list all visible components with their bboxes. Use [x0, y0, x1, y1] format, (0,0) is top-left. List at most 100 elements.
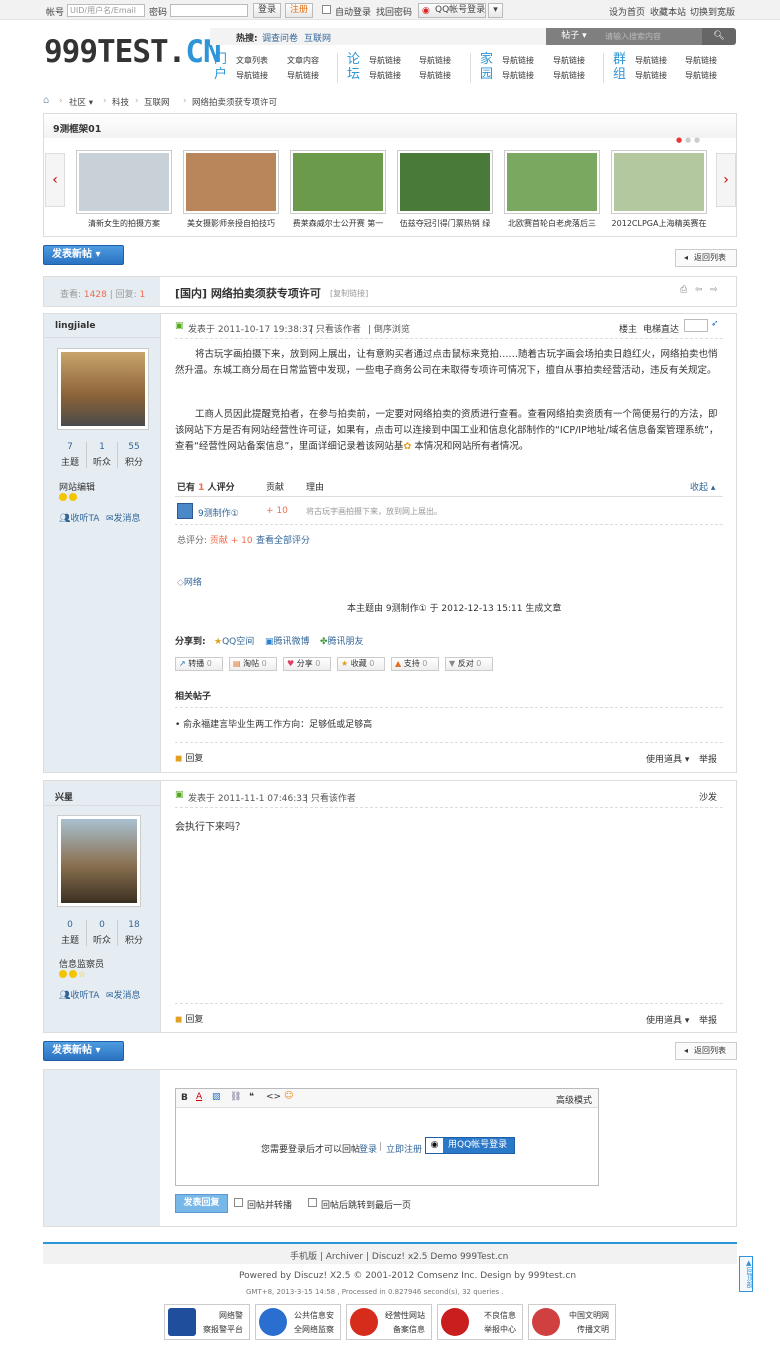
nav-link[interactable]: 导航链接	[287, 70, 319, 81]
back-to-list-button[interactable]: ◂ 返回列表	[675, 249, 737, 267]
favorite-button[interactable]: ★ 收藏 0	[337, 657, 385, 671]
new-post-button[interactable]: 发表新帖 ▾	[43, 245, 124, 265]
nav-link[interactable]: 导航链接	[685, 55, 717, 66]
submit-reply-button[interactable]: 发表回复	[175, 1194, 228, 1213]
qq-login-button[interactable]: ◉ 用QQ帐号登录	[425, 1137, 515, 1154]
only-author-link[interactable]: | 只看该作者	[305, 791, 356, 804]
tag-link[interactable]: ◇网络	[177, 575, 202, 588]
slide-image[interactable]	[183, 150, 279, 214]
slide-caption[interactable]: 北欧赛首轮白老虎落后三	[495, 218, 609, 229]
view-all-ratings-link[interactable]: 查看全部评分	[256, 533, 310, 546]
slide-caption[interactable]: 伍兹夺冠引得门票热销 绿	[388, 218, 502, 229]
share-button[interactable]: ♥ 分享 0	[283, 657, 331, 671]
nav-link[interactable]: 导航链接	[369, 70, 401, 81]
smiley-icon[interactable]: ☺	[284, 1091, 293, 1101]
hot-link-internet[interactable]: 互联网	[304, 31, 331, 44]
qq-login-button[interactable]: ◉ QQ帐号登录	[418, 3, 486, 18]
slide-caption[interactable]: 美女摄影师亲授自拍技巧	[174, 218, 288, 229]
nav-link[interactable]: 文章内容	[287, 55, 319, 66]
rater-name[interactable]: 9测制作①	[198, 506, 239, 519]
nav-link[interactable]: 导航链接	[369, 55, 401, 66]
post-author[interactable]: 兴星	[55, 790, 73, 803]
slider-dot[interactable]: ●	[685, 136, 691, 144]
quote-icon[interactable]: ❝	[249, 1092, 254, 1102]
auto-login-checkbox[interactable]	[322, 5, 331, 14]
follow-button[interactable]: 👥︎收听TA	[59, 511, 99, 524]
new-post-button[interactable]: 发表新帖 ▾	[43, 1041, 124, 1061]
report-link[interactable]: 举报	[699, 752, 717, 765]
register-button[interactable]: 注册	[285, 3, 313, 18]
search-input[interactable]: 请输入搜索内容	[602, 28, 702, 45]
home-icon[interactable]: ⌂	[43, 95, 49, 106]
login-link[interactable]: 登录	[359, 1142, 377, 1155]
civilization-badge[interactable]: 中国文明网 传播文明	[528, 1304, 616, 1340]
login-button[interactable]: 登录	[253, 3, 281, 18]
qq-dropdown-icon[interactable]: ▾	[488, 3, 503, 18]
slide-caption[interactable]: 费莱森威尔士公开赛 第一	[281, 218, 395, 229]
repost-option-label[interactable]: 回帖并转播	[247, 1198, 292, 1211]
nav-link[interactable]: 导航链接	[502, 55, 534, 66]
site-logo[interactable]: 999TEST.CN	[44, 34, 222, 70]
related-link[interactable]: • 俞永福建言毕业生两工作方向：足够低或足够高	[175, 717, 372, 730]
bold-icon[interactable]: B	[181, 1093, 188, 1103]
set-home-link[interactable]: 设为首页	[609, 5, 645, 18]
repost-button[interactable]: ↗ 转播 0	[175, 657, 223, 671]
next-thread-icon[interactable]: ⇨	[710, 285, 718, 295]
slide-caption[interactable]: 2012CLPGA上海精英赛在	[602, 218, 716, 229]
reverse-order-link[interactable]: | 倒序浏览	[368, 322, 410, 335]
nav-link[interactable]: 导航链接	[502, 70, 534, 81]
slider-next-icon[interactable]: ›	[716, 153, 736, 207]
prev-thread-icon[interactable]: ⇦	[695, 285, 703, 295]
floor-jump-input[interactable]	[684, 319, 708, 332]
slide-image[interactable]	[504, 150, 600, 214]
taotie-button[interactable]: ▤ 淘帖 0	[229, 657, 277, 671]
reply-link[interactable]: ◼ 回复	[175, 751, 203, 764]
reply-link[interactable]: ◼ 回复	[175, 1012, 203, 1025]
crumb-internet[interactable]: 互联网	[144, 96, 170, 108]
slider-dot[interactable]: ●	[694, 136, 700, 144]
nav-link[interactable]: 导航链接	[553, 55, 585, 66]
security-badge[interactable]: 公共信息安 全网络监察	[255, 1304, 341, 1340]
oppose-button[interactable]: ▼ 反对 0	[445, 657, 493, 671]
slide-image[interactable]	[611, 150, 707, 214]
search-type-select[interactable]: 帖子 ▾	[546, 28, 602, 45]
rater-avatar[interactable]	[177, 503, 193, 519]
auto-login-label[interactable]: 自动登录	[335, 5, 371, 18]
search-icon[interactable]: 🔍︎	[702, 28, 736, 45]
share-tencent-weibo[interactable]: ▣腾讯微博	[265, 634, 310, 647]
hot-link-survey[interactable]: 调查问卷	[262, 31, 298, 44]
share-qzone[interactable]: ★QQ空间	[214, 634, 254, 647]
avatar[interactable]	[57, 815, 141, 907]
back-to-list-button[interactable]: ◂ 返回列表	[675, 1042, 737, 1060]
password-input[interactable]	[170, 4, 248, 17]
register-link[interactable]: 立即注册	[386, 1142, 422, 1155]
send-message-button[interactable]: ✉︎发消息	[106, 988, 141, 1001]
code-icon[interactable]: <>	[266, 1092, 281, 1102]
icp-badge[interactable]: 经营性网站 备案信息	[346, 1304, 432, 1340]
nav-link[interactable]: 导航链接	[419, 55, 451, 66]
footer-links[interactable]: 手机版 | Archiver | Discuz! x2.5 Demo 999Te…	[290, 1249, 508, 1262]
nav-link[interactable]: 导航链接	[419, 70, 451, 81]
slide-image[interactable]	[76, 150, 172, 214]
advanced-mode-link[interactable]: 高级模式	[556, 1093, 592, 1106]
slider-prev-icon[interactable]: ‹	[45, 153, 65, 207]
send-message-button[interactable]: ✉︎发消息	[106, 511, 141, 524]
nav-link[interactable]: 导航链接	[635, 70, 667, 81]
copy-link[interactable]: [复制链接]	[330, 288, 368, 299]
slider-dot-active[interactable]: ●	[676, 136, 682, 144]
recover-password-link[interactable]: 找回密码	[376, 5, 412, 18]
only-author-link[interactable]: | 只看该作者	[310, 322, 361, 335]
post-author[interactable]: lingjiale	[55, 321, 95, 331]
repost-checkbox[interactable]	[234, 1198, 243, 1207]
nav-link[interactable]: 导航链接	[685, 70, 717, 81]
nav-link[interactable]: 导航链接	[236, 70, 268, 81]
nav-link[interactable]: 导航链接	[553, 70, 585, 81]
report-link[interactable]: 举报	[699, 1013, 717, 1026]
avatar[interactable]	[57, 348, 149, 430]
wide-mode-link[interactable]: 切换到宽版	[690, 5, 735, 18]
nav-link[interactable]: 导航链接	[635, 55, 667, 66]
support-button[interactable]: ▲ 支持 0	[391, 657, 439, 671]
print-icon[interactable]: ⎙	[680, 285, 687, 295]
slide-caption[interactable]: 清新女生的拍摄方案	[67, 218, 181, 229]
jump-last-option-label[interactable]: 回帖后跳转到最后一页	[321, 1198, 411, 1211]
